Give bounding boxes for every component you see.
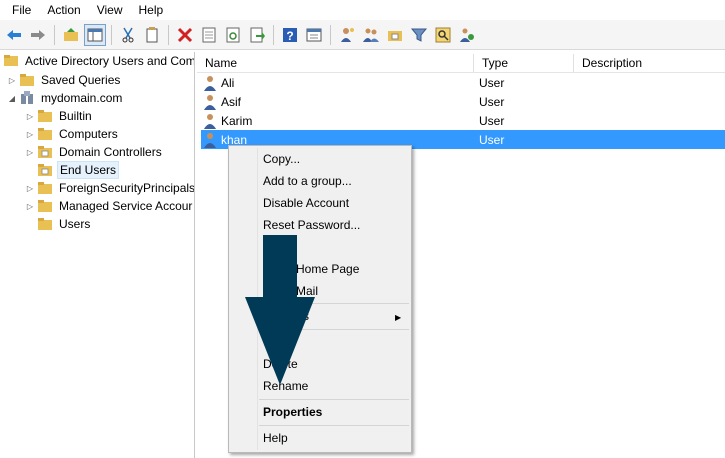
tree-item-end-users[interactable]: End Users [24, 161, 120, 179]
expand-arrow-icon[interactable]: ▷ [24, 107, 36, 125]
copy-icon[interactable] [141, 24, 163, 46]
down-arrow-annotation-icon [245, 235, 315, 385]
menu-item-add-to-group[interactable]: Add to a group... [263, 171, 352, 191]
menu-file[interactable]: File [4, 0, 39, 20]
row-name: Ali [221, 75, 235, 90]
tree-item-builtin[interactable]: ▷ Builtin [24, 107, 94, 125]
tree-item-label: Users [59, 217, 91, 231]
find-icon[interactable] [432, 24, 454, 46]
ou-folder-icon [36, 144, 54, 160]
tree-item-managed-service-accounts[interactable]: ▷ Managed Service Accour [24, 197, 194, 215]
help-icon[interactable]: ? [279, 24, 301, 46]
folder-icon [36, 180, 54, 196]
toolbar: ? [0, 20, 725, 50]
expand-arrow-icon[interactable]: ▷ [24, 179, 36, 197]
user-icon[interactable] [336, 24, 358, 46]
forward-arrow-icon[interactable] [27, 24, 49, 46]
tree-item-users[interactable]: Users [24, 215, 92, 233]
export-icon[interactable] [246, 24, 268, 46]
menu-view[interactable]: View [89, 0, 131, 20]
domain-icon [18, 90, 36, 106]
menu-item-help[interactable]: Help [263, 428, 288, 448]
tree-item-label: Saved Queries [41, 73, 121, 87]
user-icon [201, 74, 219, 92]
console-icon[interactable] [303, 24, 325, 46]
up-folder-icon[interactable] [60, 24, 82, 46]
add-to-group-icon[interactable] [456, 24, 478, 46]
table-row[interactable]: Asif User [201, 92, 725, 111]
filter-icon[interactable] [408, 24, 430, 46]
row-type: User [479, 75, 505, 90]
tree-item-domain-controllers[interactable]: ▷ Domain Controllers [24, 143, 164, 161]
tree-root-label: Active Directory Users and Com [25, 54, 195, 68]
table-row[interactable]: Ali User [201, 73, 725, 92]
menu-item-reset-password[interactable]: Reset Password... [263, 215, 360, 235]
toolbar-separator [273, 24, 274, 45]
menu-help[interactable]: Help [131, 0, 172, 20]
toolbar-separator [330, 24, 331, 45]
svg-text:?: ? [286, 29, 293, 43]
expand-arrow-icon[interactable]: ▷ [24, 197, 36, 215]
menu-bar: File Action View Help [0, 0, 725, 20]
show-tree-icon[interactable] [84, 23, 106, 46]
tree-item-label: Builtin [59, 109, 92, 123]
menu-divider [259, 425, 409, 426]
tree-root[interactable]: Active Directory Users and Com [2, 52, 195, 70]
user-icon [201, 112, 219, 130]
tree-item-foreign-security-principals[interactable]: ▷ ForeignSecurityPrincipals [24, 179, 195, 197]
row-type: User [479, 132, 505, 147]
folder-icon [18, 72, 36, 88]
console-tree: Active Directory Users and Com ▷ Saved Q… [0, 52, 195, 458]
tree-item-label: Domain Controllers [59, 145, 162, 159]
user-icon [201, 131, 219, 149]
user-icon [201, 93, 219, 111]
menu-action[interactable]: Action [39, 0, 88, 20]
tree-item-saved-queries[interactable]: ▷ Saved Queries [6, 71, 122, 89]
ou-icon[interactable] [384, 24, 406, 46]
row-type: User [479, 113, 505, 128]
ou-folder-icon [36, 162, 54, 178]
tree-item-computers[interactable]: ▷ Computers [24, 125, 120, 143]
folder-icon [36, 198, 54, 214]
collapse-arrow-icon[interactable]: ◢ [6, 89, 18, 107]
row-type: User [479, 94, 505, 109]
back-arrow-icon[interactable] [3, 24, 25, 46]
toolbar-separator [111, 24, 112, 45]
folder-icon [36, 108, 54, 124]
row-name: Karim [221, 113, 253, 128]
expand-arrow-icon[interactable]: ▷ [6, 71, 18, 89]
column-header-description[interactable]: Description [574, 54, 725, 72]
tree-item-label: Managed Service Accour [59, 199, 193, 213]
menu-item-disable-account[interactable]: Disable Account [263, 193, 349, 213]
tree-item-label: mydomain.com [41, 91, 123, 105]
expand-arrow-icon[interactable]: ▷ [24, 143, 36, 161]
menu-item-properties[interactable]: Properties [263, 402, 322, 422]
refresh-icon[interactable] [222, 24, 244, 46]
column-header-name[interactable]: Name [197, 54, 474, 72]
tree-item-label: ForeignSecurityPrincipals [59, 181, 195, 195]
toolbar-separator [54, 24, 55, 45]
submenu-arrow-icon: ▶ [395, 313, 402, 322]
row-name: Asif [221, 94, 242, 109]
menu-divider [259, 399, 409, 400]
folder-icon [36, 126, 54, 142]
delete-icon[interactable] [174, 24, 196, 46]
expand-arrow-icon[interactable]: ▷ [24, 125, 36, 143]
tree-item-label: Computers [59, 127, 118, 141]
tree-item-label: End Users [57, 161, 120, 179]
column-header-type[interactable]: Type [474, 54, 574, 72]
cut-icon[interactable] [117, 24, 139, 46]
tree-item-mydomain[interactable]: ◢ mydomain.com [6, 89, 124, 107]
toolbar-separator [168, 24, 169, 45]
folder-icon [36, 216, 54, 232]
properties-icon[interactable] [198, 24, 220, 46]
group-icon[interactable] [360, 24, 382, 46]
menu-item-copy[interactable]: Copy... [263, 149, 300, 169]
ad-console-icon [2, 53, 20, 69]
table-row[interactable]: Karim User [201, 111, 725, 130]
